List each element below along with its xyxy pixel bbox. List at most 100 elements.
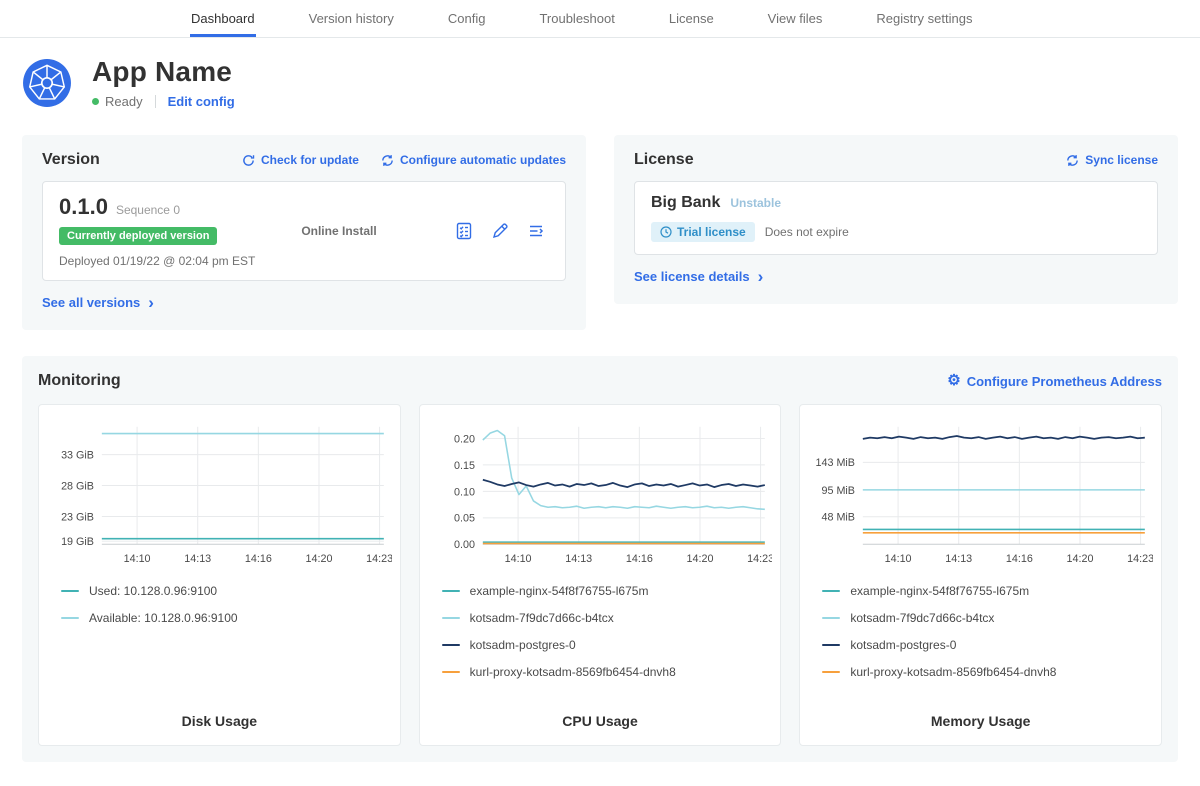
version-number-row: 0.1.0 Sequence 0: [59, 194, 255, 220]
svg-text:14:23: 14:23: [1127, 553, 1153, 565]
sync-license-link[interactable]: Sync license: [1066, 153, 1158, 167]
version-sequence: Sequence 0: [116, 203, 180, 217]
series-label: kotsadm-postgres-0: [470, 638, 576, 652]
check-for-update-label: Check for update: [261, 153, 359, 167]
monitoring-header: Monitoring ⚙ Configure Prometheus Addres…: [38, 372, 1162, 390]
configure-auto-updates-link[interactable]: Configure automatic updates: [381, 153, 566, 167]
app-status: Ready: [105, 94, 143, 109]
app-title: App Name: [92, 56, 235, 88]
series-label: Available: 10.128.0.96:9100: [89, 611, 238, 625]
series-swatch: [442, 590, 460, 592]
svg-text:14:20: 14:20: [1067, 553, 1094, 565]
configure-prometheus-link[interactable]: ⚙ Configure Prometheus Address: [947, 374, 1162, 389]
deployed-timestamp: Deployed 01/19/22 @ 02:04 pm EST: [59, 254, 255, 268]
deployed-badge: Currently deployed version: [59, 227, 217, 245]
clock-icon: [660, 226, 672, 238]
check-for-update-link[interactable]: Check for update: [242, 153, 359, 167]
sync-license-label: Sync license: [1085, 153, 1158, 167]
legend-item: Available: 10.128.0.96:9100: [61, 611, 392, 625]
legend-item: kurl-proxy-kotsadm-8569fb6454-dnvh8: [442, 665, 773, 679]
series-swatch: [442, 644, 460, 646]
tab-registry-settings[interactable]: Registry settings: [875, 0, 973, 37]
install-type-label: Online Install: [255, 224, 455, 238]
disk-usage-legend: Used: 10.128.0.96:9100 Available: 10.128…: [61, 584, 392, 625]
memory-usage-title: Memory Usage: [808, 703, 1153, 729]
memory-usage-chart: 14:1014:1314:1614:2014:23143 MiB95 MiB48…: [808, 417, 1153, 572]
current-version-card: 0.1.0 Sequence 0 Currently deployed vers…: [42, 181, 566, 281]
memory-usage-legend: example-nginx-54f8f76755-l675m kotsadm-7…: [822, 584, 1153, 679]
svg-text:14:20: 14:20: [686, 553, 713, 565]
configure-auto-updates-label: Configure automatic updates: [400, 153, 566, 167]
legend-item: Used: 10.128.0.96:9100: [61, 584, 392, 598]
cpu-usage-title: CPU Usage: [428, 703, 773, 729]
version-panel-actions: Check for update Configure automatic upd…: [242, 153, 566, 167]
series-swatch: [442, 671, 460, 673]
chevron-right-icon: ›: [758, 272, 764, 282]
disk-usage-chart: 14:1014:1314:1614:2014:2333 GiB28 GiB23 …: [47, 417, 392, 572]
license-meta-row: Trial license Does not expire: [651, 222, 1141, 242]
series-swatch: [822, 617, 840, 619]
svg-text:14:20: 14:20: [305, 553, 332, 565]
version-number: 0.1.0: [59, 194, 108, 220]
series-swatch: [822, 590, 840, 592]
cpu-usage-card: 14:1014:1314:1614:2014:230.200.150.100.0…: [419, 404, 782, 746]
tab-config[interactable]: Config: [447, 0, 487, 37]
see-all-versions-link[interactable]: See all versions ›: [42, 295, 154, 310]
svg-text:143 MiB: 143 MiB: [816, 457, 856, 469]
version-panel-header: Version Check for update: [42, 151, 566, 169]
trial-license-badge: Trial license: [651, 222, 755, 242]
svg-text:14:10: 14:10: [504, 553, 531, 565]
legend-item: kotsadm-postgres-0: [442, 638, 773, 652]
license-card: Big Bank Unstable Trial license Does not…: [634, 181, 1158, 255]
svg-text:14:23: 14:23: [747, 553, 773, 565]
svg-text:19 GiB: 19 GiB: [61, 536, 94, 548]
disk-usage-card: 14:1014:1314:1614:2014:2333 GiB28 GiB23 …: [38, 404, 401, 746]
svg-text:0.10: 0.10: [454, 486, 475, 498]
deploy-logs-icon[interactable]: [527, 222, 545, 240]
monitoring-title: Monitoring: [38, 372, 121, 390]
license-expiry: Does not expire: [765, 225, 849, 239]
svg-text:0.15: 0.15: [454, 460, 475, 472]
app-header-text: App Name Ready Edit config: [92, 56, 235, 109]
tab-license[interactable]: License: [668, 0, 715, 37]
tab-view-files[interactable]: View files: [767, 0, 824, 37]
info-cards-row: Version Check for update: [22, 135, 1178, 330]
svg-text:14:16: 14:16: [1006, 553, 1033, 565]
edit-config-icon[interactable]: [491, 222, 509, 240]
legend-item: kotsadm-postgres-0: [822, 638, 1153, 652]
svg-text:0.05: 0.05: [454, 513, 475, 525]
refresh-icon: [242, 154, 255, 167]
svg-text:28 GiB: 28 GiB: [61, 480, 94, 492]
tab-dashboard[interactable]: Dashboard: [190, 0, 256, 37]
svg-text:14:10: 14:10: [885, 553, 912, 565]
series-swatch: [822, 644, 840, 646]
gear-icon: ⚙: [947, 375, 960, 387]
tab-version-history[interactable]: Version history: [308, 0, 395, 37]
cpu-usage-chart: 14:1014:1314:1614:2014:230.200.150.100.0…: [428, 417, 773, 572]
legend-item: kotsadm-7f9dc7d66c-b4tcx: [822, 611, 1153, 625]
svg-text:14:23: 14:23: [366, 553, 392, 565]
svg-text:95 MiB: 95 MiB: [822, 485, 856, 497]
preflight-checks-icon[interactable]: [455, 222, 473, 240]
vertical-divider: [155, 95, 156, 108]
legend-item: example-nginx-54f8f76755-l675m: [442, 584, 773, 598]
tab-troubleshoot[interactable]: Troubleshoot: [538, 0, 615, 37]
version-action-icons: [455, 222, 549, 240]
svg-text:0.20: 0.20: [454, 433, 475, 445]
license-customer-name: Big Bank: [651, 194, 720, 212]
series-label: kurl-proxy-kotsadm-8569fb6454-dnvh8: [470, 665, 676, 679]
see-license-details-link[interactable]: See license details ›: [634, 269, 763, 284]
svg-text:0.00: 0.00: [454, 539, 475, 551]
edit-config-link[interactable]: Edit config: [168, 94, 235, 109]
sync-icon: [1066, 154, 1079, 167]
license-panel: License Sync license Big Bank Unstable: [614, 135, 1178, 304]
series-label: kurl-proxy-kotsadm-8569fb6454-dnvh8: [850, 665, 1056, 679]
svg-text:48 MiB: 48 MiB: [822, 512, 856, 524]
see-all-versions-label: See all versions: [42, 295, 140, 310]
series-swatch: [822, 671, 840, 673]
top-nav: Dashboard Version history Config Trouble…: [0, 0, 1200, 38]
series-swatch: [61, 617, 79, 619]
trial-license-label: Trial license: [677, 225, 746, 239]
version-info-block: 0.1.0 Sequence 0 Currently deployed vers…: [59, 194, 255, 268]
series-swatch: [61, 590, 79, 592]
